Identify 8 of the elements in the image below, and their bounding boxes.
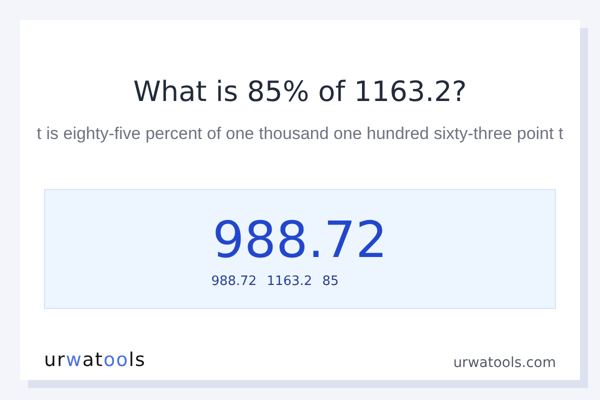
page-title: What is 85% of 1163.2?: [133, 74, 467, 110]
subtitle: t is eighty-five percent of one thousand one hundred sixty-three point t: [36, 123, 564, 145]
site-url: urwatools.com: [453, 354, 556, 371]
result-value: 988.72: [212, 210, 388, 270]
logo: urwatools: [44, 349, 146, 371]
result-number: 988.72: [211, 274, 257, 289]
result-number: 1163.2: [266, 274, 312, 289]
result-number: 85: [322, 274, 339, 289]
